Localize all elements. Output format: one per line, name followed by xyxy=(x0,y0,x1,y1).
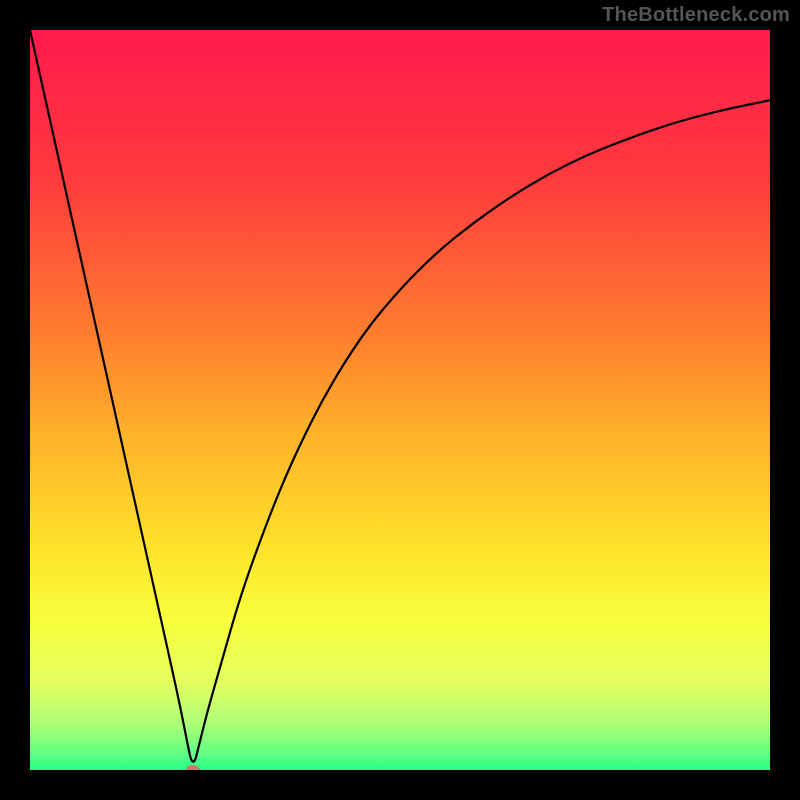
plot-background-gradient xyxy=(30,30,770,770)
bottleneck-chart: TheBottleneck.com xyxy=(0,0,800,800)
watermark-label: TheBottleneck.com xyxy=(602,4,790,27)
chart-canvas xyxy=(0,0,800,800)
